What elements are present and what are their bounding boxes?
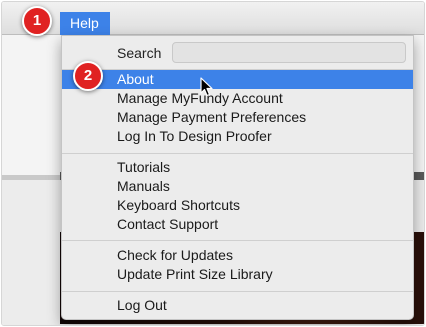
menu-item-manuals[interactable]: Manuals [62, 177, 413, 196]
menu-bar: Help [2, 2, 424, 35]
step-callout-1: 1 [22, 6, 52, 36]
menu-item-tutorials[interactable]: Tutorials [62, 158, 413, 177]
menu-item-check-updates[interactable]: Check for Updates [62, 246, 413, 265]
step-callout-2: 2 [73, 61, 103, 91]
menu-separator [62, 240, 413, 241]
help-menu-title[interactable]: Help [60, 12, 110, 35]
menu-item-update-print-size-library[interactable]: Update Print Size Library [62, 265, 413, 284]
search-label: Search [117, 45, 162, 61]
menu-search-row: Search [62, 39, 413, 67]
menu-item-payment-preferences[interactable]: Manage Payment Preferences [62, 108, 413, 127]
screenshot-frame: Help Search About Manage MyFundy Account… [1, 1, 425, 326]
help-dropdown-menu: Search About Manage MyFundy Account Mana… [61, 35, 414, 320]
arrow-cursor-icon [200, 77, 213, 97]
menu-item-manage-account[interactable]: Manage MyFundy Account [62, 89, 413, 108]
menu-item-keyboard-shortcuts[interactable]: Keyboard Shortcuts [62, 196, 413, 215]
menu-item-contact-support[interactable]: Contact Support [62, 215, 413, 234]
menu-separator [62, 153, 413, 154]
menu-item-design-proofer-login[interactable]: Log In To Design Proofer [62, 127, 413, 146]
search-input[interactable] [172, 42, 406, 63]
menu-item-log-out[interactable]: Log Out [62, 296, 413, 315]
menu-item-about[interactable]: About [62, 70, 413, 89]
menu-separator [62, 291, 413, 292]
